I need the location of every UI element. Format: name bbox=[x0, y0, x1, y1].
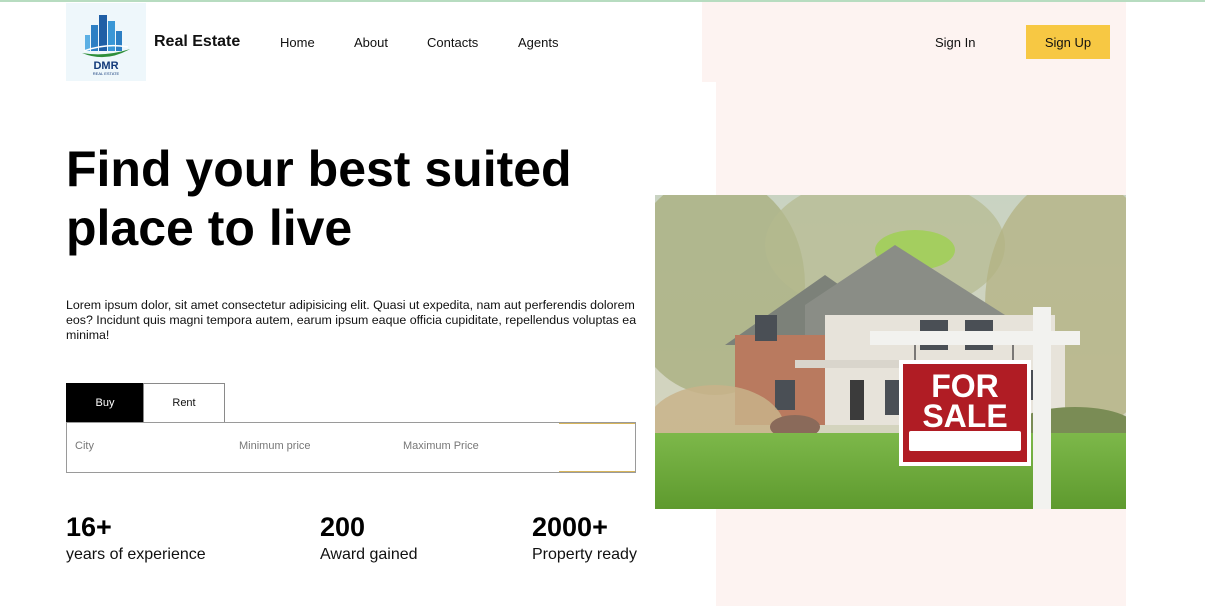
city-input[interactable]: City bbox=[75, 440, 94, 452]
logo[interactable]: DMR REAL ESTATE bbox=[66, 3, 146, 81]
sign-up-button[interactable]: Sign Up bbox=[1026, 25, 1110, 59]
stat-property-value: 2000+ bbox=[532, 512, 608, 542]
nav-about[interactable]: About bbox=[354, 35, 388, 50]
sign-text-sale: SALE bbox=[922, 398, 1007, 434]
tab-buy[interactable]: Buy bbox=[66, 383, 144, 422]
nav-agents[interactable]: Agents bbox=[518, 35, 558, 50]
hero-house-image: FOR SALE bbox=[655, 195, 1126, 509]
nav-contacts[interactable]: Contacts bbox=[427, 35, 478, 50]
sign-in-link[interactable]: Sign In bbox=[935, 35, 975, 50]
stat-experience-label: years of experience bbox=[66, 546, 206, 563]
stat-awards-label: Award gained bbox=[320, 546, 418, 563]
hero-headline: Find your best suited place to live bbox=[66, 141, 572, 256]
max-price-input[interactable]: Maximum Price bbox=[403, 440, 479, 452]
brand-name[interactable]: Real Estate bbox=[154, 33, 240, 51]
logo-subtext: REAL ESTATE bbox=[93, 71, 120, 76]
search-button[interactable] bbox=[559, 423, 635, 472]
buildings-icon: DMR REAL ESTATE bbox=[82, 15, 130, 76]
min-price-input[interactable]: Minimum price bbox=[239, 440, 311, 452]
tab-rent[interactable]: Rent bbox=[143, 383, 225, 422]
stat-awards-value: 200 bbox=[320, 512, 366, 542]
nav-home[interactable]: Home bbox=[280, 35, 315, 50]
stat-property-label: Property ready bbox=[532, 546, 637, 563]
stat-experience-value: 16+ bbox=[66, 512, 112, 542]
search-form bbox=[66, 422, 636, 473]
hero-description: Lorem ipsum dolor, sit amet consectetur … bbox=[66, 298, 637, 342]
